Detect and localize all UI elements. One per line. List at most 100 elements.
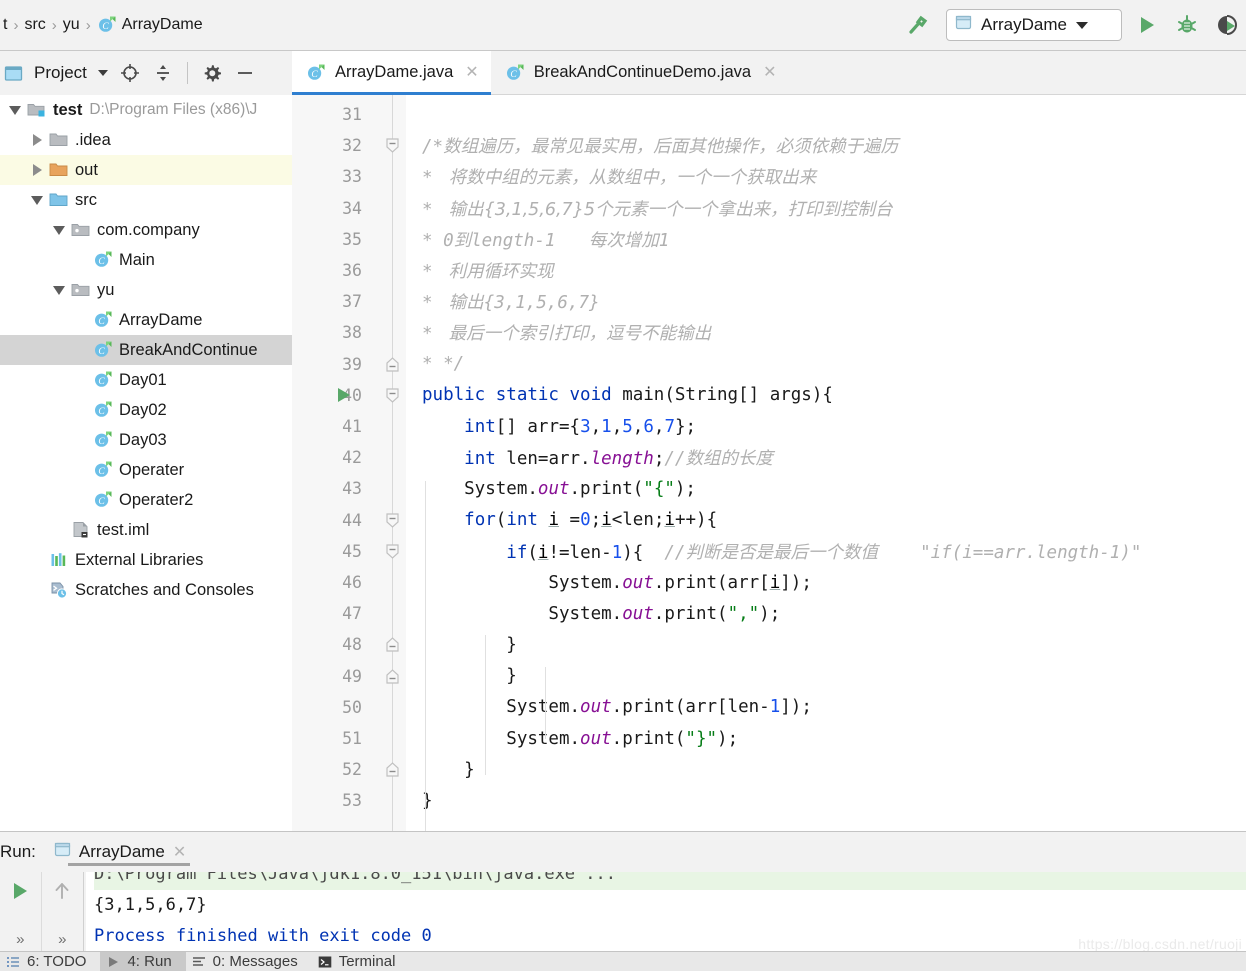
chevron-down-icon[interactable] [1075,21,1088,29]
tree-node-out[interactable]: out [0,155,292,185]
tree-node-day02[interactable]: C Day02 [0,395,292,425]
chevron-right-icon[interactable] [26,164,48,176]
code-line[interactable]: 32 /*数组遍历，最常见最实用，后面其他操作，必须依赖于遍历 [292,130,1246,161]
code-text: * 输出{3,1,5,6,7} [422,289,600,314]
tree-node-breakandcontinue[interactable]: C BreakAndContinue [0,335,292,365]
chevron-right-icon[interactable]: » [58,931,66,948]
code-line[interactable]: 38 * 最后一个索引打印，逗号不能输出 [292,317,1246,348]
chevron-right-icon[interactable] [26,134,48,146]
code-fold-toggle[interactable] [384,137,401,154]
run-tab-arraydame[interactable]: ArrayDame ✕ [46,832,194,872]
chevron-down-icon[interactable] [97,70,108,76]
code-fold-toggle[interactable] [384,761,401,778]
chevron-down-icon[interactable] [26,195,48,205]
gear-icon[interactable] [201,62,223,84]
run-icon[interactable] [1132,13,1162,37]
svg-text:C: C [98,347,105,357]
collapse-all-icon[interactable] [152,62,174,84]
status-bar-item-0--messages[interactable]: 0: Messages [186,952,312,971]
tree-node-test-iml[interactable]: test.iml [0,515,292,545]
run-gutter-icon[interactable] [338,387,350,402]
code-line[interactable]: 41 int[] arr={3,1,5,6,7}; [292,411,1246,442]
tree-node-operater2[interactable]: C Operater2 [0,485,292,515]
hammer-icon[interactable] [900,12,936,38]
code-fold-toggle[interactable] [384,387,401,404]
close-icon[interactable]: ✕ [465,64,478,81]
editor-content[interactable]: 31 32/*数组遍历，最常见最实用，后面其他操作，必须依赖于遍历 33 * 将数中组… [292,95,1246,831]
tree-node-yu[interactable]: yu [0,275,292,305]
code-line[interactable]: 42 int len=arr.length;//数组的长度 [292,442,1246,473]
breadcrumb-item-src[interactable]: src [21,16,48,34]
chevron-down-icon[interactable] [48,285,70,295]
main-toolbar-right: ArrayDame [900,9,1246,41]
chevron-right-icon[interactable]: » [16,931,24,948]
tree-node-arraydame[interactable]: C ArrayDame [0,305,292,335]
code-fold-toggle[interactable] [384,543,401,560]
code-line[interactable]: 45 if(i!=len-1){ //判断是否是最后一个数值 "if(i==ar… [292,536,1246,567]
editor-tab-breakandcontinuedemo[interactable]: C BreakAndContinueDemo.java ✕ [491,51,789,94]
tree-node-com-company[interactable]: com.company [0,215,292,245]
minimize-icon[interactable] [234,62,256,84]
code-line[interactable]: 37 * 输出{3,1,5,6,7} [292,286,1246,317]
code-editor[interactable]: 31 32/*数组遍历，最常见最实用，后面其他操作，必须依赖于遍历 33 * 将数中组… [292,95,1246,831]
tree-node-operater[interactable]: C Operater [0,455,292,485]
code-line[interactable]: 52 } [292,754,1246,785]
code-line[interactable]: 34 * 输出{3,1,5,6,7}5个元素一个一个拿出来，打印到控制台 [292,193,1246,224]
code-line[interactable]: 40 public static void main(String[] args)… [292,380,1246,411]
status-bar-item-6--todo[interactable]: 6: TODO [0,952,100,971]
code-line[interactable]: 35 * 0到length-1 每次增加1 [292,224,1246,255]
tree-node-src[interactable]: src [0,185,292,215]
tree-node-day03[interactable]: C Day03 [0,425,292,455]
tree-node-external-libraries[interactable]: External Libraries [0,545,292,575]
run-icon[interactable] [9,880,31,907]
status-bar-item-terminal[interactable]: Terminal [312,952,410,971]
status-bar-item-4--run[interactable]: 4: Run [100,951,186,971]
tree-node--idea[interactable]: .idea [0,125,292,155]
code-line[interactable]: 47 System.out.print(","); [292,598,1246,629]
code-line[interactable]: 31 [292,99,1246,130]
close-icon[interactable]: ✕ [173,842,186,862]
code-line[interactable]: 53} [292,785,1246,816]
console-output[interactable]: D:\Program Files\Java\jdk1.8.0_151\bin\j… [86,872,1246,952]
debug-icon[interactable] [1172,13,1202,37]
code-line[interactable]: 43 System.out.print("{"); [292,473,1246,504]
code-line[interactable]: 50 System.out.print(arr[len-1]); [292,692,1246,723]
code-fold-toggle[interactable] [384,356,401,373]
tree-node-main[interactable]: C Main [0,245,292,275]
code-line[interactable]: 36 * 利用循环实现 [292,255,1246,286]
project-tree[interactable]: test D:\Program Files (x86)\J .idea out src c… [0,95,292,831]
code-fold-toggle[interactable] [384,512,401,529]
tree-node-scratches-and-consoles[interactable]: Scratches and Consoles [0,575,292,605]
code-text: * 利用循环实现 [422,258,554,283]
chevron-down-icon[interactable] [48,225,70,235]
run-with-coverage-icon[interactable] [1212,13,1242,37]
code-line[interactable]: 49 } [292,661,1246,692]
code-fold-toggle[interactable] [384,668,401,685]
code-text: System.out.print(","); [422,604,780,624]
chevron-down-icon[interactable] [4,105,26,115]
code-token: 3 [580,416,591,437]
close-icon[interactable]: ✕ [763,64,776,81]
target-icon[interactable] [119,62,141,84]
tree-node-day01[interactable]: C Day01 [0,365,292,395]
code-text: /*数组遍历，最常见最实用，后面其他操作，必须依赖于遍历 [422,133,898,158]
code-line[interactable]: 44 for(int i =0;i<len;i++){ [292,505,1246,536]
code-line[interactable]: 46 System.out.print(arr[i]); [292,567,1246,598]
run-configuration-selector[interactable]: ArrayDame [946,9,1122,41]
code-line[interactable]: 33 * 将数中组的元素，从数组中，一个一个获取出来 [292,161,1246,192]
code-token: 将数中组的元素，从数组中，一个一个获取出来 [443,168,817,189]
breadcrumb-item-yu[interactable]: yu [60,16,83,34]
code-line[interactable]: 48 } [292,629,1246,660]
breadcrumb-item-arraydame[interactable]: C ArrayDame [94,15,206,35]
breadcrumb-item-t[interactable]: t [0,16,10,34]
editor-tab-arraydame[interactable]: C ArrayDame.java ✕ [292,51,491,95]
code-line[interactable]: 51 System.out.print("}"); [292,723,1246,754]
code-line[interactable]: 39 * */ [292,349,1246,380]
arrow-up-icon[interactable] [51,880,73,907]
tree-node-test[interactable]: test D:\Program Files (x86)\J [0,95,292,125]
code-token: ){ [622,542,665,563]
tree-node-label: Scratches and Consoles [75,580,254,599]
code-fold-toggle[interactable] [384,636,401,653]
code-token: 0 [580,510,591,531]
